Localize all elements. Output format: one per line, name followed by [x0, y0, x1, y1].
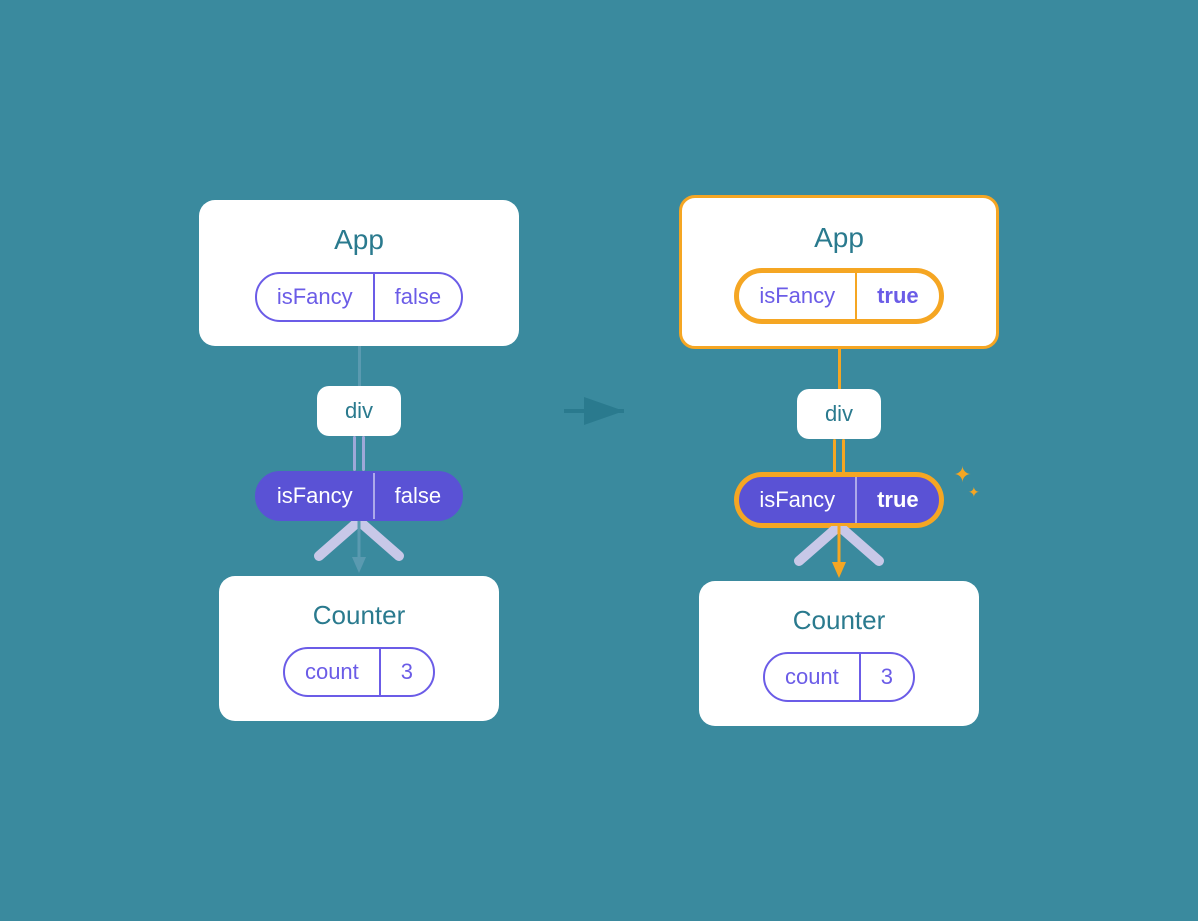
- left-counter-title: Counter: [313, 600, 406, 631]
- right-counter-box: Counter count 3: [699, 581, 979, 726]
- right-app-prop-value: true: [857, 273, 939, 319]
- left-double-line-1: [353, 436, 356, 471]
- left-app-title: App: [334, 224, 384, 256]
- right-dark-pill-wrapper: isFancy true ✦ ✦: [736, 474, 941, 526]
- left-double-line-2: [362, 436, 365, 471]
- left-count-value: 3: [381, 649, 433, 695]
- sparkle-pill-tr: ✦: [953, 462, 971, 488]
- right-app-prop-pill: isFancy true ✦ ✦: [736, 270, 941, 322]
- right-branch-svg: [769, 526, 909, 581]
- right-diagram: App isFancy true ✦ ✦ div isFancy true ✦ …: [679, 195, 999, 726]
- left-dark-pill-value: false: [375, 473, 461, 519]
- left-count-key: count: [285, 649, 381, 695]
- left-branch-svg: [289, 521, 429, 576]
- left-count-pill: count 3: [283, 647, 435, 697]
- left-app-prop-key: isFancy: [257, 274, 375, 320]
- right-div-box: div: [797, 389, 881, 439]
- left-dark-pill: isFancy false: [255, 471, 463, 521]
- right-connector-app-div: [838, 349, 841, 389]
- right-count-key: count: [765, 654, 861, 700]
- left-div-box: div: [317, 386, 401, 436]
- right-counter-title: Counter: [793, 605, 886, 636]
- transition-arrow-svg: [559, 386, 639, 436]
- right-double-line-2: [842, 439, 845, 474]
- right-branch-arrows: [769, 526, 909, 581]
- left-diagram: App isFancy false div isFancy false: [199, 200, 519, 721]
- sparkle-pill-r: ✦: [968, 484, 980, 501]
- right-count-pill: count 3: [763, 652, 915, 702]
- left-dark-pill-key: isFancy: [257, 473, 375, 519]
- left-app-prop-value: false: [375, 274, 461, 320]
- left-counter-box: Counter count 3: [219, 576, 499, 721]
- left-app-prop-pill: isFancy false: [255, 272, 463, 322]
- left-branch-arrows: [289, 521, 429, 576]
- main-container: App isFancy false div isFancy false: [0, 0, 1198, 921]
- arrow-between: [559, 386, 639, 436]
- right-app-box: App isFancy true ✦ ✦: [679, 195, 999, 349]
- right-app-prop-key: isFancy: [739, 273, 857, 319]
- right-double-line: [833, 439, 845, 474]
- left-double-line: [353, 436, 365, 471]
- right-dark-pill-value: true: [857, 477, 939, 523]
- left-app-box: App isFancy false: [199, 200, 519, 346]
- right-dark-pill-key: isFancy: [739, 477, 857, 523]
- right-app-title: App: [814, 222, 864, 254]
- right-dark-pill: isFancy true: [736, 474, 941, 526]
- right-double-line-1: [833, 439, 836, 474]
- left-connector-app-div: [358, 346, 361, 386]
- right-count-value: 3: [861, 654, 913, 700]
